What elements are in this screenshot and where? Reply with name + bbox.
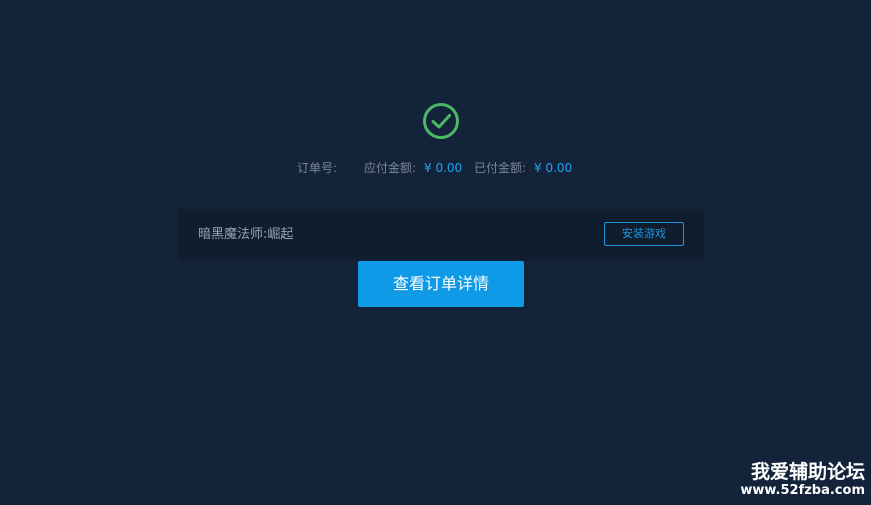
- watermark-title: 我爱辅助论坛: [750, 461, 865, 483]
- check-circle-icon: [423, 103, 459, 139]
- purchased-game-row: 暗黑魔法师:崛起 安装游戏: [178, 209, 704, 260]
- watermark-url: www.52fzba.com: [740, 483, 865, 498]
- paid-amount-value: ¥ 0.00: [534, 161, 573, 175]
- payable-amount-label: 应付金额:: [364, 161, 417, 175]
- order-number-label: 订单号:: [297, 161, 338, 175]
- payable-amount-value: ¥ 0.00: [424, 161, 463, 175]
- paid-amount-label: 已付金额:: [474, 161, 527, 175]
- order-summary: 订单号: 应付金额: ¥ 0.00 已付金额: ¥ 0.00: [0, 160, 871, 176]
- watermark: 我爱辅助论坛 www.52fzba.com: [740, 461, 865, 499]
- view-order-details-button[interactable]: 查看订单详情: [358, 261, 524, 307]
- game-name: 暗黑魔法师:崛起: [198, 227, 294, 242]
- install-game-button[interactable]: 安装游戏: [604, 222, 684, 246]
